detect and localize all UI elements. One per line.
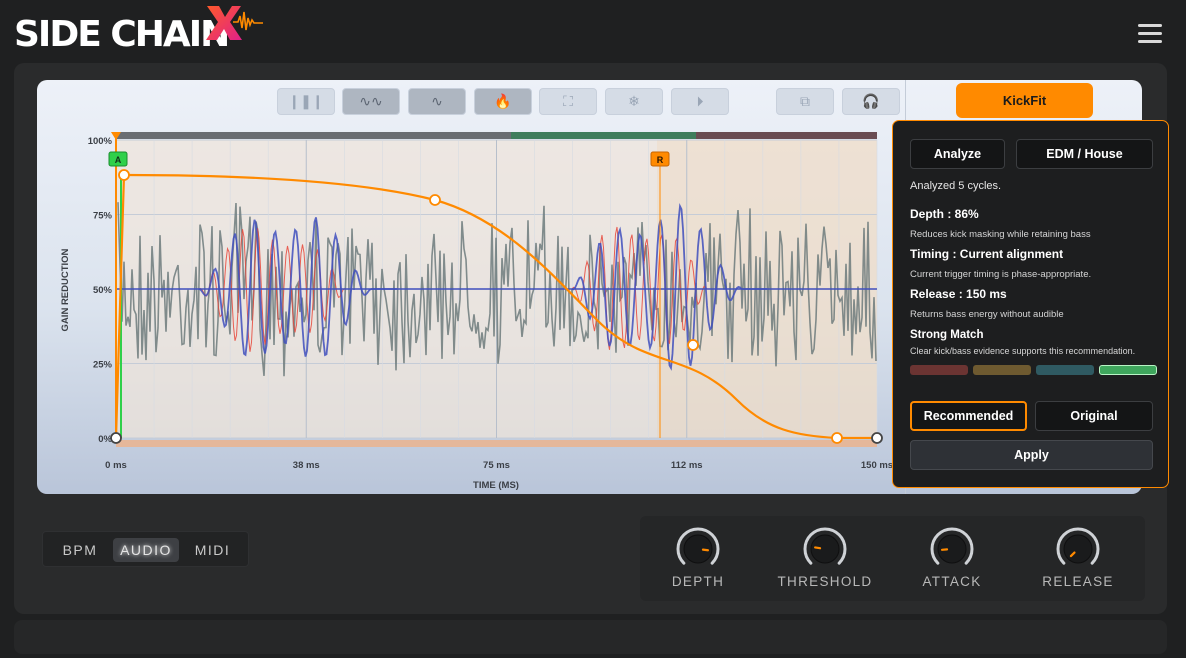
analyze-button[interactable]: Analyze — [910, 139, 1005, 169]
hamburger-menu-icon[interactable] — [1138, 24, 1162, 44]
knob-dial[interactable] — [675, 526, 721, 572]
y-axis-title: GAIN REDUCTION — [60, 248, 71, 331]
kickfit-button[interactable]: KickFit — [956, 83, 1093, 118]
analysis-status: Analyzed 5 cycles. — [910, 180, 1002, 192]
match-bar-3 — [1036, 365, 1094, 375]
x-tick-label: 38 ms — [293, 460, 320, 471]
y-tick-label: 75% — [93, 211, 113, 222]
original-button[interactable]: Original — [1035, 401, 1153, 431]
y-tick-label: 25% — [93, 360, 113, 371]
match-meter — [910, 365, 1157, 375]
release-marker-label: R — [657, 155, 664, 165]
attack-knob[interactable]: ATTACK — [892, 526, 1012, 589]
y-tick-label: 100% — [88, 136, 113, 147]
timing-title: Timing : Current alignment — [910, 247, 1064, 261]
genre-select[interactable]: EDM / House — [1016, 139, 1153, 169]
match-description: Clear kick/bass evidence supports this r… — [910, 346, 1136, 356]
match-bar-1 — [910, 365, 968, 375]
envelope-node-4[interactable] — [831, 432, 843, 444]
match-title: Strong Match — [910, 329, 984, 341]
x-axis-title: TIME (MS) — [473, 480, 519, 491]
envelope-node-3[interactable] — [687, 339, 699, 351]
timing-description: Current trigger timing is phase-appropri… — [910, 269, 1092, 280]
knob-dial[interactable] — [929, 526, 975, 572]
mode-midi-button[interactable]: MIDI — [185, 538, 240, 562]
logo: SIDE CHAIN — [14, 12, 230, 56]
release-description: Returns bass energy without audible — [910, 309, 1064, 320]
release-knob[interactable]: RELEASE — [1018, 526, 1138, 589]
x-tick-label: 0 ms — [105, 460, 127, 471]
x-tick-label: 112 ms — [671, 460, 703, 471]
match-bar-2 — [973, 365, 1031, 375]
envelope-node-5[interactable] — [871, 432, 883, 444]
apply-button[interactable]: Apply — [910, 440, 1153, 470]
x-tick-label: 75 ms — [483, 460, 510, 471]
x-tick-label: 150 ms — [861, 460, 893, 471]
y-tick-label: 0% — [98, 434, 112, 445]
logo-text: SIDE CHAIN — [14, 13, 230, 55]
knob-label: THRESHOLD — [777, 574, 873, 589]
envelope-node-6[interactable] — [110, 432, 122, 444]
depth-title: Depth : 86% — [910, 207, 979, 221]
envelope-node-1[interactable] — [118, 169, 130, 181]
footer-bar — [14, 620, 1167, 654]
depth-description: Reduces kick masking while retaining bas… — [910, 229, 1091, 240]
mode-audio-button[interactable]: AUDIO — [113, 538, 179, 562]
knob-label: RELEASE — [1042, 574, 1114, 589]
envelope-node-2[interactable] — [429, 194, 441, 206]
mode-selector: BPM AUDIO MIDI — [42, 531, 249, 567]
threshold-knob[interactable]: THRESHOLD — [765, 526, 885, 589]
release-title: Release : 150 ms — [910, 287, 1007, 301]
match-bar-4 — [1099, 365, 1157, 375]
knob-dial[interactable] — [1055, 526, 1101, 572]
knob-panel: DEPTH THRESHOLD ATTACK RELEASE — [640, 516, 1145, 601]
mode-bpm-button[interactable]: BPM — [53, 538, 107, 562]
depth-knob[interactable]: DEPTH — [638, 526, 758, 589]
logo-x-mark — [206, 6, 263, 40]
knob-label: ATTACK — [922, 574, 982, 589]
y-tick-label: 50% — [93, 285, 113, 296]
attack-marker-label: A — [115, 155, 122, 165]
recommended-button[interactable]: Recommended — [910, 401, 1027, 431]
knob-label: DEPTH — [671, 574, 725, 589]
knob-dial[interactable] — [802, 526, 848, 572]
kickfit-popup: Analyze EDM / House Analyzed 5 cycles. D… — [892, 120, 1169, 488]
